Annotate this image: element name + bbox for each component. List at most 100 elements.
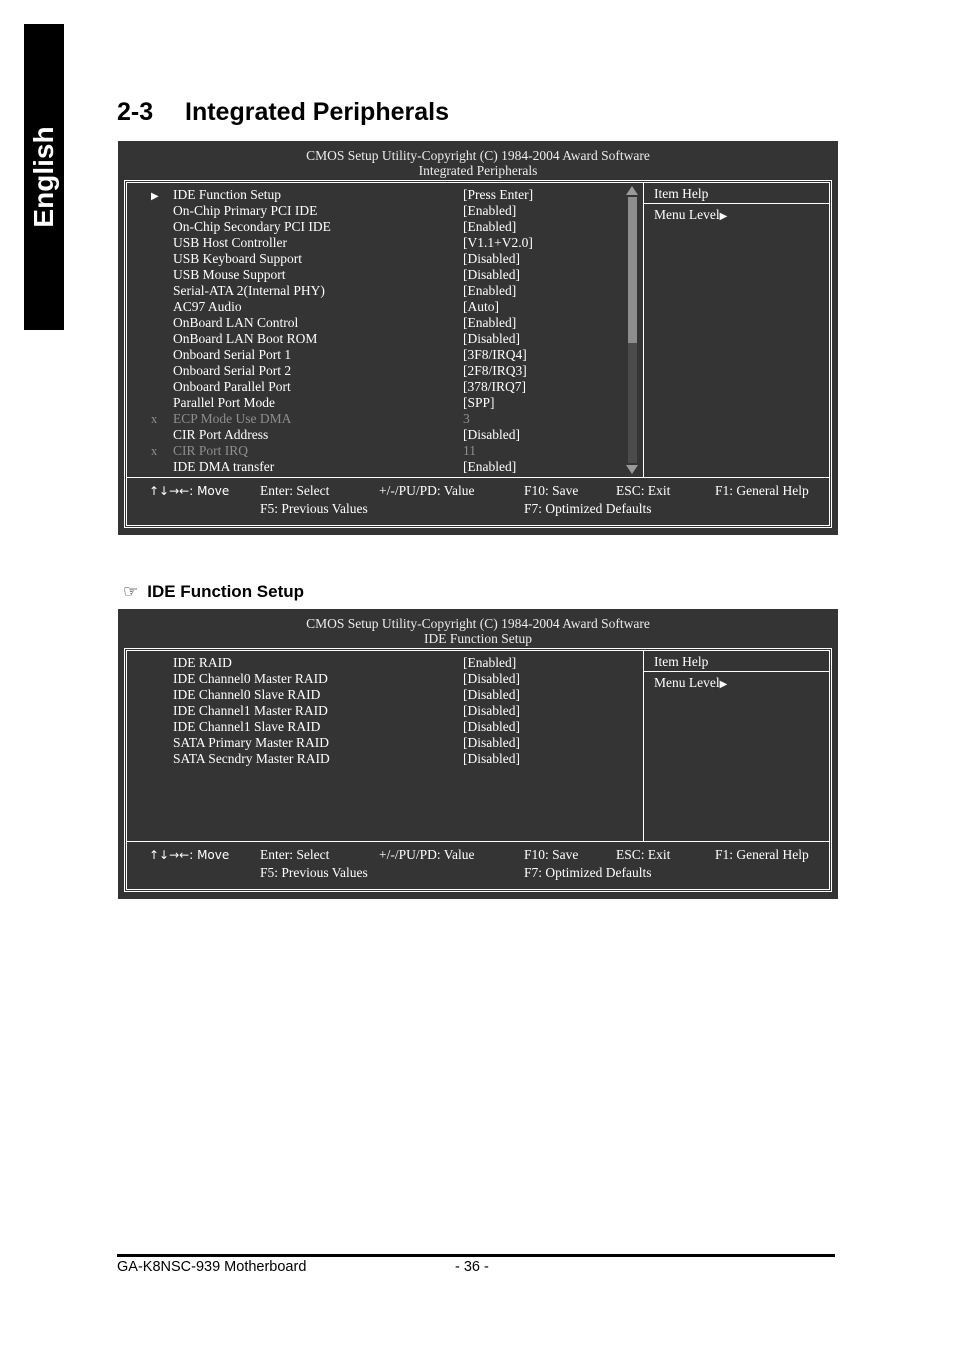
setting-value[interactable]: [Enabled] — [463, 203, 516, 219]
setting-value[interactable]: [Auto] — [463, 299, 499, 315]
settings-row[interactable]: USB Host Controller [V1.1+V2.0] — [151, 235, 621, 251]
setting-value[interactable]: [Disabled] — [463, 251, 520, 267]
settings-row[interactable]: OnBoard LAN Boot ROM [Disabled] — [151, 331, 621, 347]
menu-level-label: Menu Level — [654, 675, 720, 690]
settings-row[interactable]: IDE RAID [Enabled] — [151, 655, 621, 671]
menu-level-label: Menu Level — [654, 207, 720, 222]
setting-value[interactable]: [Press Enter] — [463, 187, 533, 203]
item-help-title: Item Help — [644, 183, 829, 204]
key-value: +/-/PU/PD: Value — [379, 847, 475, 862]
settings-row[interactable]: USB Keyboard Support [Disabled] — [151, 251, 621, 267]
settings-row[interactable]: Serial-ATA 2(Internal PHY) [Enabled] — [151, 283, 621, 299]
setting-value[interactable]: [SPP] — [463, 395, 495, 411]
disabled-marker: x — [151, 412, 158, 426]
section-title: Integrated Peripherals — [185, 98, 449, 126]
setting-value[interactable]: [Disabled] — [463, 267, 520, 283]
settings-row[interactable]: On-Chip Primary PCI IDE [Enabled] — [151, 203, 621, 219]
setting-label: On-Chip Primary PCI IDE — [173, 203, 318, 218]
key-value: +/-/PU/PD: Value — [379, 483, 475, 498]
bios-body: ▶ IDE Function Setup [Press Enter] On-Ch… — [127, 183, 829, 477]
setting-value[interactable]: [Disabled] — [463, 719, 520, 735]
settings-row[interactable]: IDE Channel0 Master RAID [Disabled] — [151, 671, 621, 687]
setting-label: ECP Mode Use DMA — [173, 411, 292, 426]
setting-value[interactable]: [Disabled] — [463, 671, 520, 687]
bios-body: IDE RAID [Enabled] IDE Channel0 Master R… — [127, 651, 829, 841]
menu-level-caret-icon: ▶ — [719, 211, 728, 222]
item-help-title: Item Help — [644, 651, 829, 672]
setting-label: OnBoard LAN Control — [173, 315, 299, 330]
setting-value[interactable]: [Disabled] — [463, 427, 520, 443]
setting-value: 3 — [463, 411, 470, 426]
setting-value[interactable]: [3F8/IRQ4] — [463, 347, 527, 363]
key-previous-values: F5: Previous Values — [260, 865, 368, 880]
setting-value[interactable]: [2F8/IRQ3] — [463, 363, 527, 379]
settings-row[interactable]: Onboard Serial Port 2 [2F8/IRQ3] — [151, 363, 621, 379]
setting-label: IDE RAID — [173, 655, 232, 670]
bios-screen-integrated-peripherals: CMOS Setup Utility-Copyright (C) 1984-20… — [118, 141, 838, 535]
setting-value[interactable]: [Enabled] — [463, 219, 516, 235]
settings-row[interactable]: Onboard Serial Port 1 [3F8/IRQ4] — [151, 347, 621, 363]
setting-value[interactable]: [Enabled] — [463, 283, 516, 299]
bios-subtitle: Integrated Peripherals — [418, 163, 538, 178]
settings-row[interactable]: Onboard Parallel Port [378/IRQ7] — [151, 379, 621, 395]
settings-row[interactable]: CIR Port Address [Disabled] — [151, 427, 621, 443]
setting-label: IDE Channel1 Master RAID — [173, 703, 328, 718]
setting-value[interactable]: [Enabled] — [463, 655, 516, 671]
settings-row[interactable]: IDE Channel1 Master RAID [Disabled] — [151, 703, 621, 719]
key-esc: ESC: Exit — [616, 847, 671, 862]
settings-list: IDE RAID [Enabled] IDE Channel0 Master R… — [127, 651, 621, 841]
setting-label: Parallel Port Mode — [173, 395, 275, 410]
key-previous-values: F5: Previous Values — [260, 501, 368, 516]
settings-row[interactable]: OnBoard LAN Control [Enabled] — [151, 315, 621, 331]
menu-level-row: Menu Level▶ — [644, 204, 829, 225]
scroll-down-arrow-icon[interactable] — [626, 465, 638, 474]
setting-value[interactable]: [Disabled] — [463, 331, 520, 347]
setting-label: IDE Channel1 Slave RAID — [173, 719, 321, 734]
setting-value[interactable]: [Disabled] — [463, 687, 520, 703]
item-help-panel: Item Help Menu Level▶ — [643, 183, 829, 477]
setting-value[interactable]: [Enabled] — [463, 315, 516, 331]
setting-label: CIR Port IRQ — [173, 443, 249, 458]
key-general-help: F1: General Help — [715, 847, 809, 862]
key-optimized-defaults: F7: Optimized Defaults — [524, 501, 652, 516]
settings-row[interactable]: USB Mouse Support [Disabled] — [151, 267, 621, 283]
setting-value[interactable]: [Disabled] — [463, 751, 520, 767]
bios-subtitle: IDE Function Setup — [424, 631, 532, 646]
footer-divider — [117, 1254, 835, 1257]
settings-row[interactable]: Parallel Port Mode [SPP] — [151, 395, 621, 411]
settings-row[interactable]: IDE DMA transfer [Enabled] — [151, 459, 621, 475]
setting-value[interactable]: [Enabled] — [463, 459, 516, 475]
settings-list: ▶ IDE Function Setup [Press Enter] On-Ch… — [127, 183, 621, 477]
setting-value[interactable]: [Disabled] — [463, 703, 520, 719]
language-tab-label: English — [28, 126, 59, 228]
settings-row[interactable]: IDE Channel0 Slave RAID [Disabled] — [151, 687, 621, 703]
settings-row[interactable]: IDE Channel1 Slave RAID [Disabled] — [151, 719, 621, 735]
setting-label: IDE Function Setup — [173, 187, 281, 202]
bios-key-legend: ↑↓→←: Move Enter: Select +/-/PU/PD: Valu… — [127, 841, 829, 889]
sub-section-title: ☞ IDE Function Setup — [123, 582, 304, 602]
scrollbar-thumb[interactable] — [627, 197, 637, 344]
setting-label: IDE Channel0 Slave RAID — [173, 687, 321, 702]
setting-label: SATA Primary Master RAID — [173, 735, 330, 750]
setting-label: OnBoard LAN Boot ROM — [173, 331, 318, 346]
scrollbar-track[interactable] — [627, 197, 637, 463]
bios-title-block: CMOS Setup Utility-Copyright (C) 1984-20… — [119, 142, 837, 178]
vertical-scrollbar[interactable] — [621, 183, 643, 477]
setting-label: IDE Channel0 Master RAID — [173, 671, 328, 686]
pointing-hand-icon: ☞ — [123, 582, 139, 602]
bios-title-block: CMOS Setup Utility-Copyright (C) 1984-20… — [119, 610, 837, 646]
setting-value[interactable]: [Disabled] — [463, 735, 520, 751]
key-save: F10: Save — [524, 483, 579, 498]
key-move: ↑↓→←: Move — [149, 848, 230, 862]
scroll-up-arrow-icon[interactable] — [626, 186, 638, 195]
settings-row[interactable]: On-Chip Secondary PCI IDE [Enabled] — [151, 219, 621, 235]
settings-row[interactable]: AC97 Audio [Auto] — [151, 299, 621, 315]
setting-value[interactable]: [V1.1+V2.0] — [463, 235, 533, 251]
settings-row[interactable]: ▶ IDE Function Setup [Press Enter] — [151, 187, 621, 203]
footer-page-number: - 36 - — [455, 1259, 489, 1275]
setting-label: USB Keyboard Support — [173, 251, 302, 266]
settings-row[interactable]: SATA Primary Master RAID [Disabled] — [151, 735, 621, 751]
settings-row[interactable]: SATA Secndry Master RAID [Disabled] — [151, 751, 621, 767]
setting-value[interactable]: [378/IRQ7] — [463, 379, 526, 395]
setting-label: Onboard Serial Port 1 — [173, 347, 292, 362]
